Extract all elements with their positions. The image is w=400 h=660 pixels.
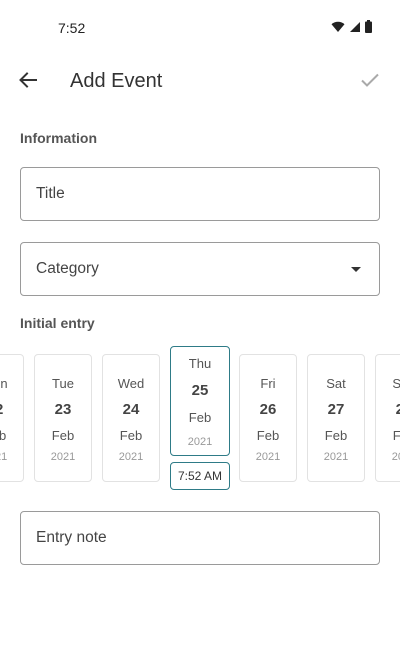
date-card-year: 2021 — [323, 451, 349, 463]
date-card-day: 22 — [0, 401, 23, 418]
status-icons — [331, 20, 372, 38]
date-card-selected[interactable]: Thu 25 Feb 2021 — [170, 346, 230, 456]
app-bar: Add Event — [0, 56, 400, 108]
date-card-year: 2021 — [118, 451, 144, 463]
date-card[interactable]: Sun 28 Feb 2021 — [375, 354, 400, 482]
date-card-year: 2021 — [255, 451, 281, 463]
category-dropdown[interactable]: Category — [20, 242, 380, 296]
page-title: Add Event — [70, 70, 163, 92]
date-card-weekday: Fri — [260, 376, 276, 391]
date-card-weekday: Wed — [117, 376, 145, 391]
date-card-weekday: Sat — [326, 376, 346, 391]
date-card-month: Feb — [392, 428, 400, 443]
category-field-placeholder: Category — [36, 260, 99, 277]
caret-down-icon — [351, 267, 361, 272]
date-card-month: Feb — [119, 428, 143, 443]
section-initial-entry-label: Initial entry — [20, 315, 95, 331]
date-card-weekday: Thu — [188, 356, 212, 371]
time-picker-button[interactable]: 7:52 AM — [170, 462, 230, 490]
date-card[interactable]: Sat 27 Feb 2021 — [307, 354, 365, 482]
date-card[interactable]: Tue 23 Feb 2021 — [34, 354, 92, 482]
section-information-label: Information — [20, 130, 97, 146]
date-card-month: Feb — [324, 428, 348, 443]
date-card[interactable]: Mon 22 Feb 2021 — [0, 354, 24, 482]
date-card-weekday: Mon — [0, 376, 8, 391]
date-card-year: 2021 — [50, 451, 76, 463]
date-card-month: Feb — [51, 428, 75, 443]
wifi-icon — [331, 20, 345, 38]
date-card-month: Feb — [256, 428, 280, 443]
date-card-day: 28 — [395, 401, 400, 418]
entry-note-placeholder: Entry note — [36, 529, 107, 546]
date-card-year: 2021 — [187, 436, 213, 448]
date-card[interactable]: Fri 26 Feb 2021 — [239, 354, 297, 482]
date-card-weekday: Tue — [52, 376, 74, 391]
back-button[interactable] — [14, 68, 42, 96]
arrow-left-icon — [19, 71, 37, 93]
title-field[interactable]: Title — [20, 167, 380, 221]
status-time: 7:52 — [58, 20, 86, 36]
date-card-day: 27 — [327, 401, 345, 418]
date-card-day: 24 — [122, 401, 140, 418]
battery-icon — [365, 20, 372, 38]
date-card-weekday: Sun — [392, 376, 400, 391]
entry-note-field[interactable]: Entry note — [20, 511, 380, 565]
date-card-month: Feb — [0, 428, 7, 443]
date-card[interactable]: Wed 24 Feb 2021 — [102, 354, 160, 482]
status-bar: 7:52 — [0, 0, 400, 56]
date-card-year: 2021 — [391, 451, 400, 463]
title-field-placeholder: Title — [36, 185, 65, 202]
date-card-month: Feb — [188, 410, 212, 425]
date-card-day: 23 — [54, 401, 72, 418]
signal-icon — [349, 20, 361, 38]
date-card-day: 25 — [191, 382, 209, 399]
date-card-year: 2021 — [0, 451, 8, 463]
save-button[interactable] — [356, 68, 384, 96]
check-icon — [360, 72, 380, 93]
date-strip[interactable]: Mon 22 Feb 2021 Tue 23 Feb 2021 Wed 24 F… — [0, 346, 400, 496]
date-card-day: 26 — [259, 401, 277, 418]
